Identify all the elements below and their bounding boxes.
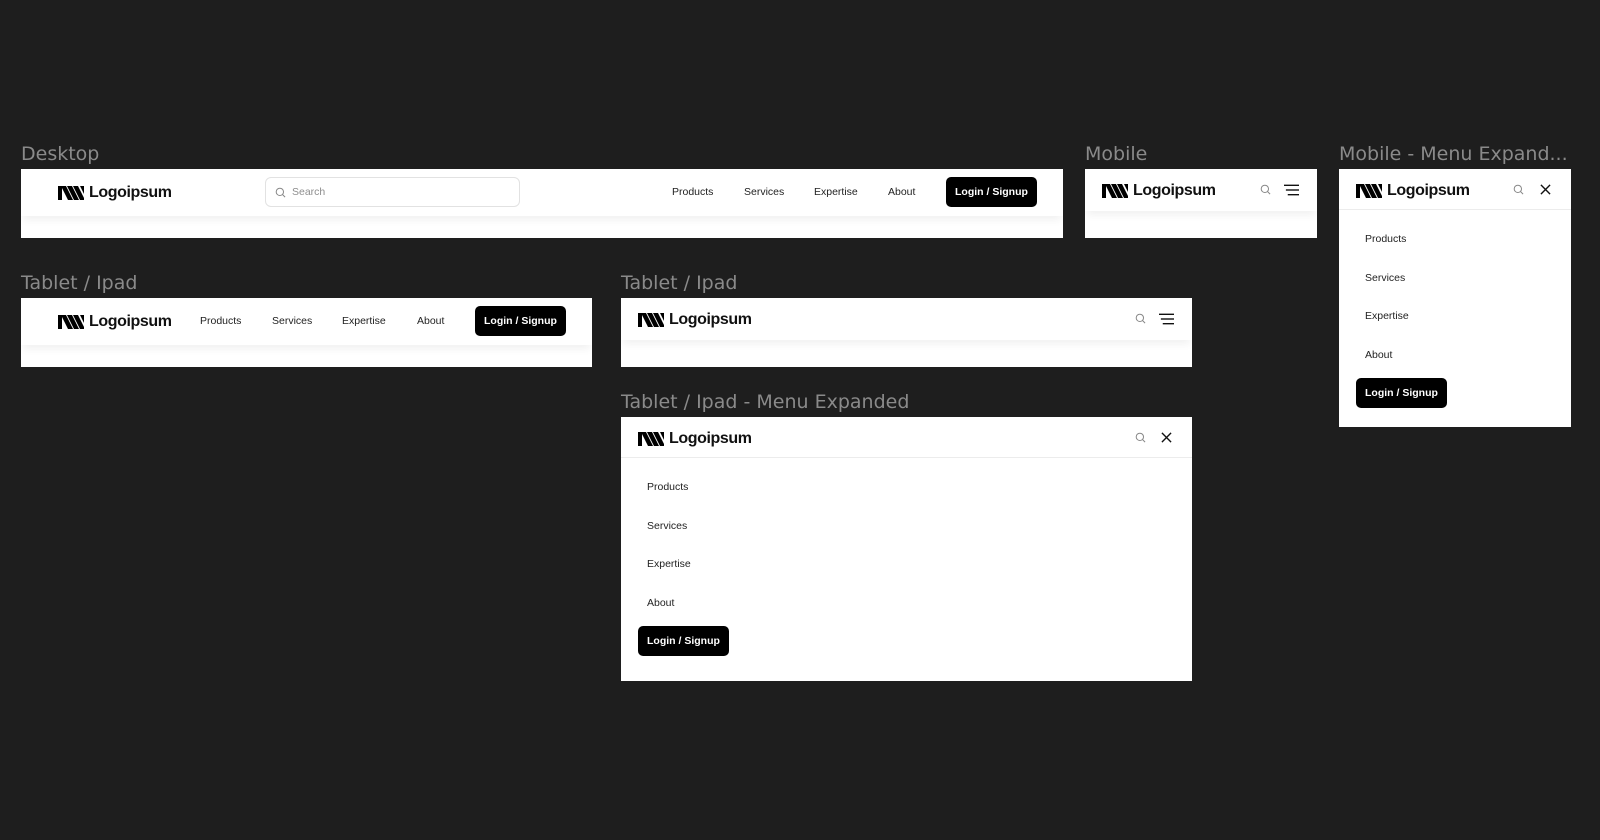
search-input[interactable]: Search bbox=[265, 177, 520, 207]
logo-mark-icon bbox=[638, 313, 664, 327]
menu-item-expertise[interactable]: Expertise bbox=[1356, 297, 1447, 336]
logo-mark-icon bbox=[1356, 184, 1382, 198]
tablet-inline-navbar: Logoipsum Products Services Expertise Ab… bbox=[21, 298, 592, 345]
brand-name: Logoipsum bbox=[89, 184, 172, 201]
hamburger-menu-icon[interactable] bbox=[1159, 313, 1174, 325]
search-icon[interactable] bbox=[1260, 184, 1271, 195]
tablet-collapsed-navbar: Logoipsum bbox=[621, 298, 1192, 340]
nav-link-expertise[interactable]: Expertise bbox=[342, 315, 386, 327]
tablet-inline-frame: Logoipsum Products Services Expertise Ab… bbox=[21, 298, 592, 367]
brand-logo[interactable]: Logoipsum bbox=[1356, 182, 1470, 200]
nav-link-about[interactable]: About bbox=[888, 186, 915, 198]
logo-mark-icon bbox=[58, 315, 84, 329]
brand-name: Logoipsum bbox=[669, 430, 752, 447]
frame-label-desktop: Desktop bbox=[21, 143, 100, 165]
search-icon[interactable] bbox=[1513, 184, 1524, 195]
nav-link-expertise[interactable]: Expertise bbox=[814, 186, 858, 198]
tablet-collapsed-frame: Logoipsum bbox=[621, 298, 1192, 367]
search-placeholder: Search bbox=[292, 186, 326, 198]
menu-item-products[interactable]: Products bbox=[638, 468, 729, 507]
tablet-menu-list: Products Services Expertise About Login … bbox=[638, 468, 729, 656]
search-icon[interactable] bbox=[1135, 432, 1146, 443]
logo-mark-icon bbox=[638, 432, 664, 446]
search-icon[interactable] bbox=[1135, 313, 1146, 324]
frame-label-tablet-expanded: Tablet / Ipad - Menu Expanded bbox=[621, 391, 910, 413]
brand-name: Logoipsum bbox=[1133, 182, 1216, 199]
brand-logo[interactable]: Logoipsum bbox=[638, 430, 752, 448]
menu-item-about[interactable]: About bbox=[638, 584, 729, 623]
mobile-menu-list: Products Services Expertise About Login … bbox=[1356, 220, 1447, 408]
menu-item-services[interactable]: Services bbox=[638, 507, 729, 546]
nav-link-services[interactable]: Services bbox=[272, 315, 312, 327]
login-signup-button[interactable]: Login / Signup bbox=[946, 177, 1037, 207]
brand-name: Logoipsum bbox=[89, 313, 172, 330]
frame-label-mobile: Mobile bbox=[1085, 143, 1148, 165]
menu-item-about[interactable]: About bbox=[1356, 336, 1447, 375]
login-signup-button[interactable]: Login / Signup bbox=[638, 626, 729, 656]
frame-label-mobile-expanded: Mobile - Menu Expand... bbox=[1339, 143, 1568, 165]
mobile-navbar: Logoipsum bbox=[1085, 169, 1317, 211]
brand-logo[interactable]: Logoipsum bbox=[58, 184, 172, 202]
login-signup-button[interactable]: Login / Signup bbox=[475, 306, 566, 336]
brand-logo[interactable]: Logoipsum bbox=[1102, 182, 1216, 200]
mobile-frame: Logoipsum bbox=[1085, 169, 1317, 238]
close-icon[interactable] bbox=[1161, 432, 1172, 443]
nav-link-products[interactable]: Products bbox=[200, 315, 241, 327]
logo-mark-icon bbox=[58, 186, 84, 200]
brand-name: Logoipsum bbox=[1387, 182, 1470, 199]
menu-item-expertise[interactable]: Expertise bbox=[638, 545, 729, 584]
frame-label-tablet-inline: Tablet / Ipad bbox=[21, 272, 138, 294]
nav-link-products[interactable]: Products bbox=[672, 186, 713, 198]
menu-item-services[interactable]: Services bbox=[1356, 259, 1447, 298]
tablet-expanded-navbar: Logoipsum bbox=[621, 417, 1192, 458]
search-icon bbox=[275, 187, 286, 198]
brand-name: Logoipsum bbox=[669, 311, 752, 328]
close-icon[interactable] bbox=[1540, 184, 1551, 195]
brand-logo[interactable]: Logoipsum bbox=[638, 311, 752, 329]
menu-item-products[interactable]: Products bbox=[1356, 220, 1447, 259]
desktop-navbar: Logoipsum Search Products Services Exper… bbox=[21, 169, 1063, 216]
frame-label-tablet-collapsed: Tablet / Ipad bbox=[621, 272, 738, 294]
mobile-expanded-navbar: Logoipsum bbox=[1339, 169, 1571, 210]
login-signup-button[interactable]: Login / Signup bbox=[1356, 378, 1447, 408]
hamburger-menu-icon[interactable] bbox=[1284, 184, 1299, 196]
logo-mark-icon bbox=[1102, 184, 1128, 198]
desktop-frame: Logoipsum Search Products Services Exper… bbox=[21, 169, 1063, 238]
brand-logo[interactable]: Logoipsum bbox=[58, 313, 172, 331]
tablet-expanded-frame: Logoipsum Products Services Expertise Ab… bbox=[621, 417, 1192, 681]
mobile-expanded-frame: Logoipsum Products Services Expertise Ab… bbox=[1339, 169, 1571, 427]
nav-link-about[interactable]: About bbox=[417, 315, 444, 327]
nav-link-services[interactable]: Services bbox=[744, 186, 784, 198]
